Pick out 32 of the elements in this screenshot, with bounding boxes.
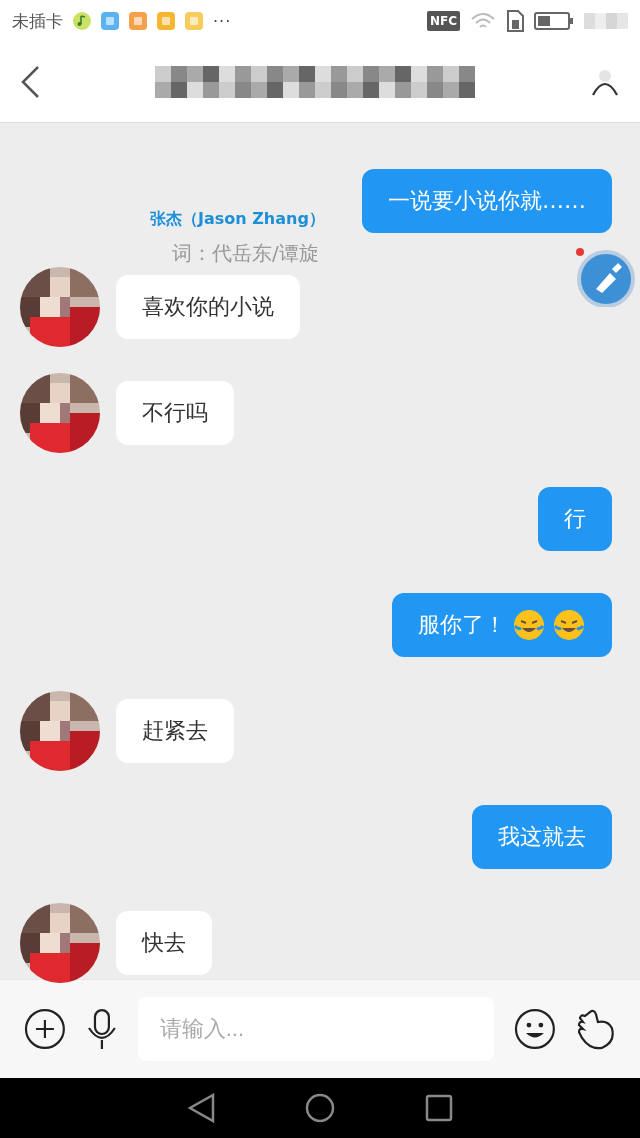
microphone-icon[interactable] [85, 1008, 118, 1050]
floating-brush-button[interactable] [576, 247, 636, 307]
app-notification-icon [129, 12, 147, 30]
music-icon [73, 12, 91, 30]
sim-icon [506, 10, 524, 32]
message-bubble: 不行吗 [116, 381, 234, 445]
back-nav-icon[interactable] [187, 1093, 215, 1123]
message-bubble: 喜欢你的小说 [116, 275, 300, 339]
lyrics-artist: 张杰（Jason Zhang） [150, 209, 325, 230]
app-notification-icon [101, 12, 119, 30]
message-bubble: 快去 [116, 911, 212, 975]
smiley-icon[interactable] [514, 1008, 557, 1050]
battery-icon [534, 11, 574, 31]
lyrics-lyricist: 词：代岳东/谭旋 [171, 240, 320, 267]
recents-nav-icon[interactable] [425, 1094, 453, 1122]
laughing-face-icon [552, 608, 586, 642]
message-bubble: 一说要小说你就…… [362, 169, 612, 233]
message-input[interactable]: 请输入... [137, 997, 495, 1061]
nfc-indicator: NFC [426, 11, 460, 31]
back-icon[interactable] [20, 65, 40, 99]
more-notifications: ··· [213, 11, 232, 31]
message-bubble: 我这就去 [472, 805, 612, 869]
home-nav-icon[interactable] [305, 1093, 335, 1123]
message-bubble: 服你了！ [392, 593, 612, 657]
finger-heart-icon[interactable] [576, 1008, 616, 1050]
message-bubble: 赶紧去 [116, 699, 234, 763]
laughing-face-icon [512, 608, 546, 642]
add-icon[interactable] [24, 1008, 66, 1050]
carrier-label: 未插卡 [12, 9, 63, 33]
message-bubble: 行 [538, 487, 612, 551]
blurred-clock [584, 13, 628, 29]
person-icon[interactable] [590, 67, 620, 97]
